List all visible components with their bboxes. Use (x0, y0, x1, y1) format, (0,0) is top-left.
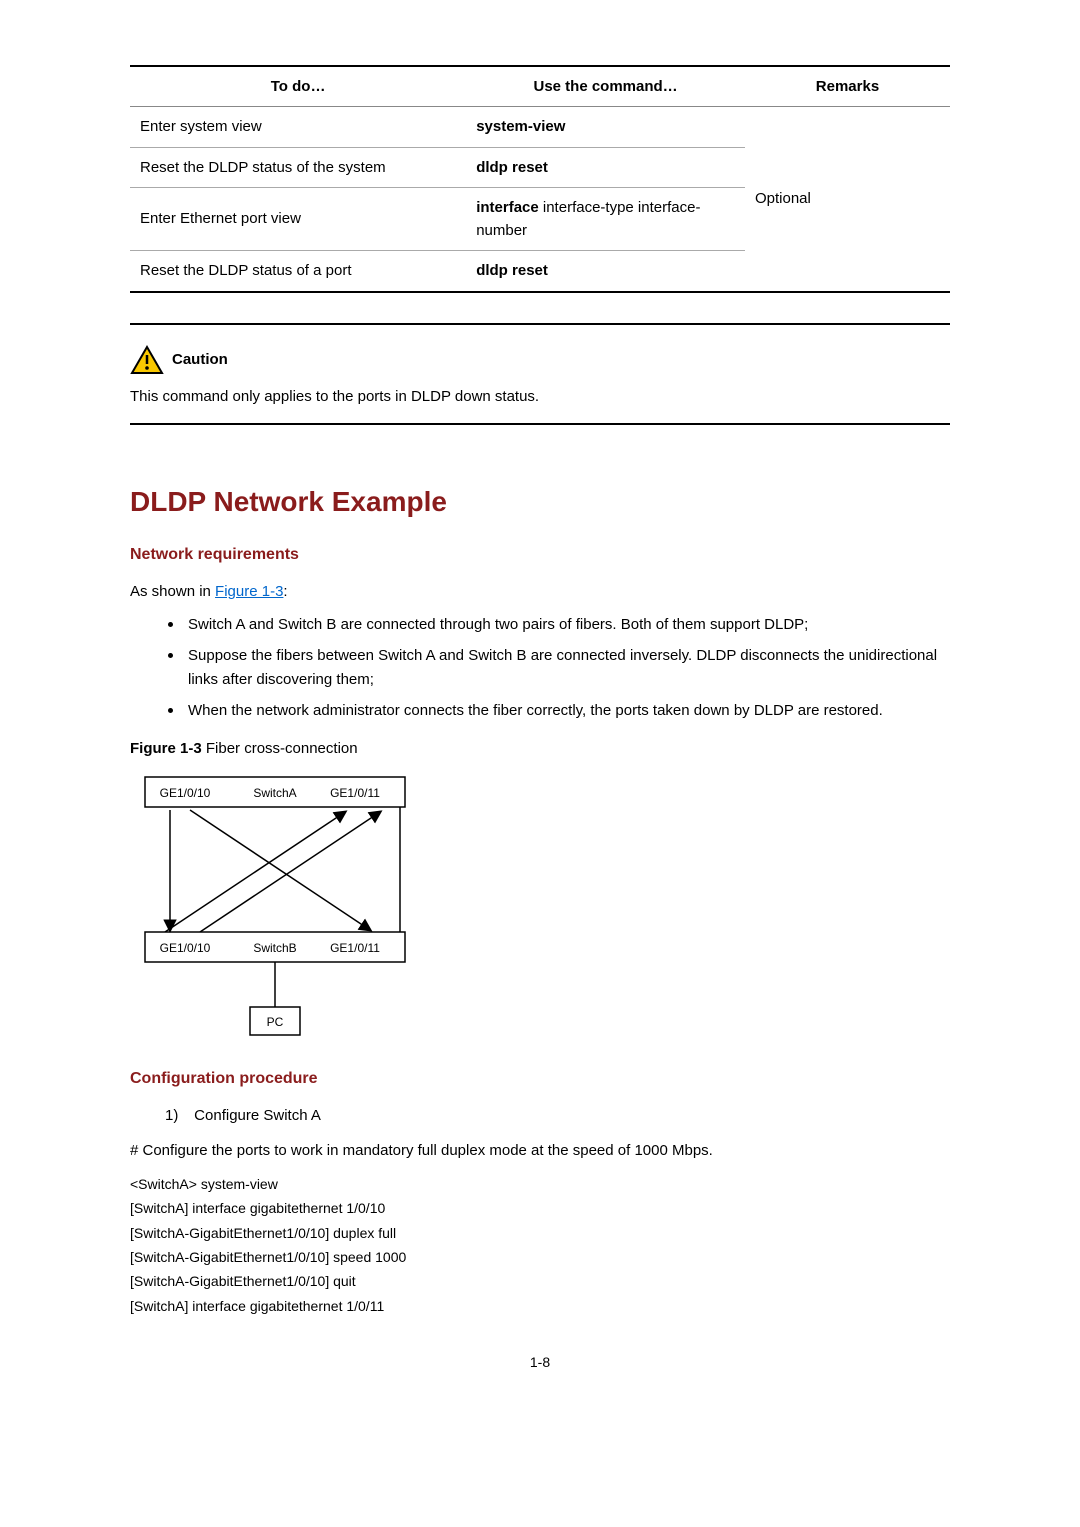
section-heading: DLDP Network Example (130, 480, 950, 523)
config-description: # Configure the ports to work in mandato… (130, 1139, 950, 1162)
list-item: Switch A and Switch B are connected thro… (168, 613, 950, 636)
col-remarks: Remarks (745, 66, 950, 107)
figure-label: Figure 1-3 (130, 740, 202, 757)
divider (130, 323, 950, 325)
cli-line: [SwitchA] interface gigabitethernet 1/0/… (130, 1197, 950, 1219)
step-number: 1) (165, 1104, 190, 1127)
diagram-label: GE1/0/10 (160, 786, 211, 800)
caution-label: Caution (172, 348, 228, 371)
diagram-label: SwitchA (253, 786, 296, 800)
cell-todo: Reset the DLDP status of a port (130, 251, 466, 292)
cell-cmd: dldp reset (466, 147, 745, 187)
step-text: Configure Switch A (194, 1107, 321, 1124)
cell-todo: Enter Ethernet port view (130, 187, 466, 251)
col-todo: To do… (130, 66, 466, 107)
caution-header: Caution (130, 345, 950, 375)
cli-line: [SwitchA-GigabitEthernet1/0/10] speed 10… (130, 1246, 950, 1268)
figure-link[interactable]: Figure 1-3 (215, 583, 283, 600)
diagram-svg: GE1/0/10 SwitchA GE1/0/11 GE1/0/10 Switc… (135, 772, 425, 1042)
cli-line: <SwitchA> system-view (130, 1173, 950, 1195)
caution-icon (130, 345, 164, 375)
intro-prefix: As shown in (130, 583, 215, 600)
intro-paragraph: As shown in Figure 1-3: (130, 580, 950, 603)
diagram-label: PC (267, 1015, 284, 1029)
col-command: Use the command… (466, 66, 745, 107)
cell-todo: Reset the DLDP status of the system (130, 147, 466, 187)
diagram-label: GE1/0/11 (330, 941, 380, 955)
cli-line: [SwitchA-GigabitEthernet1/0/10] quit (130, 1270, 950, 1292)
figure-diagram: GE1/0/10 SwitchA GE1/0/11 GE1/0/10 Switc… (135, 772, 425, 1042)
cmd-bold: dldp reset (476, 159, 548, 176)
cell-cmd: dldp reset (466, 251, 745, 292)
figure-caption-text: Fiber cross-connection (202, 740, 358, 757)
diagram-label: GE1/0/10 (160, 941, 211, 955)
list-item: Suppose the fibers between Switch A and … (168, 644, 950, 691)
cli-line: [SwitchA] interface gigabitethernet 1/0/… (130, 1295, 950, 1317)
cell-remarks: Optional (745, 107, 950, 292)
cmd-bold: interface (476, 199, 539, 216)
figure-caption: Figure 1-3 Fiber cross-connection (130, 737, 950, 760)
list-item: When the network administrator connects … (168, 699, 950, 722)
cli-block: <SwitchA> system-view [SwitchA] interfac… (130, 1173, 950, 1317)
diagram-label: SwitchB (253, 941, 296, 955)
table-row: Enter system view system-view Optional (130, 107, 950, 147)
cell-cmd: interface interface-type interface-numbe… (466, 187, 745, 251)
step-item: 1) Configure Switch A (130, 1104, 950, 1127)
diagram-label: GE1/0/11 (330, 786, 380, 800)
command-table: To do… Use the command… Remarks Enter sy… (130, 65, 950, 293)
subheading-network-requirements: Network requirements (130, 543, 950, 568)
intro-suffix: : (283, 583, 287, 600)
page-number: 1-8 (130, 1352, 950, 1374)
cell-todo: Enter system view (130, 107, 466, 147)
cell-cmd: system-view (466, 107, 745, 147)
caution-text: This command only applies to the ports i… (130, 385, 950, 408)
bullet-list: Switch A and Switch B are connected thro… (130, 613, 950, 722)
cmd-bold: system-view (476, 118, 565, 135)
cmd-bold: dldp reset (476, 262, 548, 279)
cli-line: [SwitchA-GigabitEthernet1/0/10] duplex f… (130, 1222, 950, 1244)
divider (130, 423, 950, 425)
subheading-configuration-procedure: Configuration procedure (130, 1067, 950, 1092)
